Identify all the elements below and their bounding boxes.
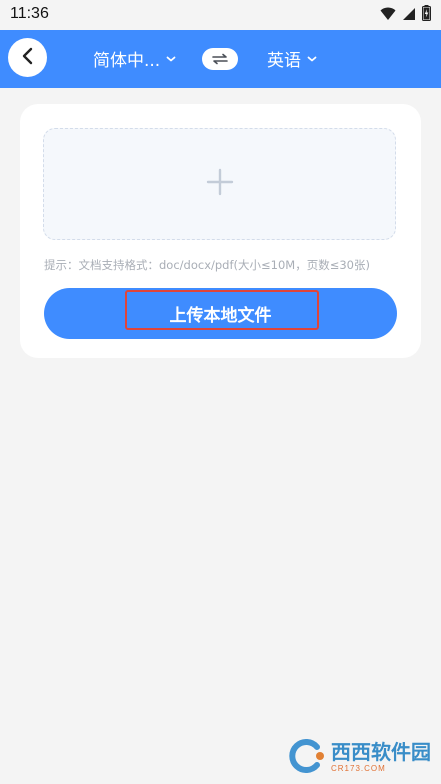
signal-icon: [402, 6, 416, 25]
chevron-down-icon: [307, 48, 317, 68]
upload-card: 提示：文档支持格式：doc/docx/pdf(大小≤10M，页数≤30张) 上传…: [20, 104, 421, 358]
swap-languages-button[interactable]: [202, 48, 238, 70]
format-hint: 提示：文档支持格式：doc/docx/pdf(大小≤10M，页数≤30张): [44, 258, 370, 272]
source-language-select[interactable]: 简体中...: [93, 44, 176, 72]
watermark-text: 西西软件园 CR173.COM: [331, 743, 431, 773]
watermark-logo: 西西软件园 CR173.COM: [287, 739, 431, 777]
logo-icon: [287, 739, 327, 777]
file-drop-area[interactable]: [43, 128, 396, 240]
source-language-label: 简体中...: [93, 50, 161, 71]
watermark-brand: 西西软件园: [331, 742, 431, 764]
upload-button-label: 上传本地文件: [169, 306, 272, 326]
wifi-icon: [380, 6, 396, 25]
chevron-left-icon: [21, 47, 35, 69]
watermark-domain: CR173.COM: [331, 764, 386, 773]
status-icons: [380, 5, 431, 25]
swap-arrows-icon: [211, 50, 229, 69]
plus-icon: [205, 167, 235, 201]
target-language-label: 英语: [267, 50, 301, 71]
chevron-down-icon: [166, 48, 176, 68]
status-time: 11:36: [10, 5, 49, 22]
battery-icon: [422, 5, 431, 25]
upload-local-file-button[interactable]: 上传本地文件: [44, 288, 397, 339]
status-bar: 11:36: [0, 0, 441, 30]
target-language-select[interactable]: 英语: [267, 44, 317, 72]
back-button[interactable]: [8, 38, 47, 77]
header-bar: 简体中... 英语: [0, 30, 441, 88]
